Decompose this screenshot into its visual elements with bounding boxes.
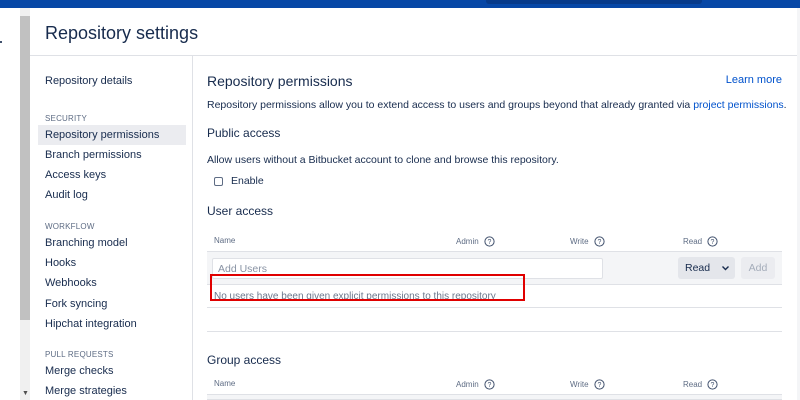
outer-left-gutter xyxy=(0,8,20,400)
sidebar-item-repository-details[interactable]: Repository details xyxy=(38,71,186,91)
sidebar-item-webhooks[interactable]: Webhooks xyxy=(38,273,186,293)
enable-checkbox[interactable] xyxy=(214,176,223,186)
chevron-down-icon xyxy=(722,266,729,271)
sidebar-item-branching-model[interactable]: Branching model xyxy=(38,233,186,253)
public-access-description: Allow users without a Bitbucket account … xyxy=(207,154,559,166)
user-access-heading: User access xyxy=(207,204,274,218)
learn-more-link[interactable]: Learn more xyxy=(726,74,782,86)
svg-text:?: ? xyxy=(711,239,715,246)
annotation-highlight-box xyxy=(210,274,525,301)
help-icon[interactable]: ? xyxy=(707,236,718,247)
help-icon[interactable]: ? xyxy=(593,236,605,247)
scrollbar-thumb[interactable] xyxy=(20,16,30,320)
sidebar-section-pull-requests: PULL REQUESTS xyxy=(45,350,114,359)
sidebar-item-access-keys[interactable]: Access keys xyxy=(38,165,186,185)
svg-text:?: ? xyxy=(487,239,491,246)
permission-select-value: Read xyxy=(685,262,711,274)
svg-text:?: ? xyxy=(487,382,491,389)
global-search-field[interactable] xyxy=(486,0,702,4)
help-icon[interactable]: ? xyxy=(484,236,495,247)
column-write: Write ? xyxy=(570,236,605,247)
svg-text:?: ? xyxy=(597,239,601,246)
section-title: Repository permissions xyxy=(207,73,353,89)
add-user-button[interactable]: Add xyxy=(741,257,775,279)
column-name: Name xyxy=(214,379,236,388)
settings-panel: Repository settings Repository details S… xyxy=(30,8,800,400)
column-read: Read ? xyxy=(683,379,718,390)
page-title: Repository settings xyxy=(45,23,199,43)
sidebar-item-branch-permissions[interactable]: Branch permissions xyxy=(38,145,186,165)
settings-sidebar: Repository details SECURITY Repository p… xyxy=(30,56,193,400)
permissions-description: Repository permissions allow you to exte… xyxy=(207,99,787,111)
group-access-table-header: Name Admin ? Write ? Read ? xyxy=(207,373,782,395)
help-icon[interactable]: ? xyxy=(484,379,495,390)
sidebar-section-workflow: WORKFLOW xyxy=(45,222,95,231)
public-access-heading: Public access xyxy=(207,126,281,140)
permissions-content: Repository permissions Learn more Reposi… xyxy=(194,56,800,400)
svg-text:?: ? xyxy=(711,382,715,389)
permission-select[interactable]: Read xyxy=(678,257,735,279)
top-navigation-bar xyxy=(0,0,800,8)
bullet-mark xyxy=(0,41,2,43)
sidebar-item-hipchat-integration[interactable]: Hipchat integration xyxy=(38,314,186,334)
sidebar-item-merge-strategies[interactable]: Merge strategies xyxy=(38,381,186,400)
svg-text:?: ? xyxy=(597,382,601,389)
column-read: Read ? xyxy=(683,236,718,247)
project-permissions-link[interactable]: project permissions xyxy=(693,99,783,111)
column-name: Name xyxy=(214,236,236,245)
help-icon[interactable]: ? xyxy=(593,379,605,390)
section-divider xyxy=(207,331,782,332)
help-icon[interactable]: ? xyxy=(707,379,718,390)
enable-public-access[interactable]: Enable xyxy=(214,174,264,188)
column-write: Write ? xyxy=(570,379,605,390)
sidebar-section-security: SECURITY xyxy=(45,114,88,123)
column-admin: Admin ? xyxy=(456,379,495,390)
description-text: Repository permissions allow you to exte… xyxy=(207,99,691,111)
add-group-row xyxy=(207,395,782,400)
page-header: Repository settings xyxy=(30,8,800,56)
description-period: . xyxy=(783,99,787,111)
scroll-down-arrow-icon[interactable]: ▼ xyxy=(22,390,29,398)
group-access-heading: Group access xyxy=(207,353,282,367)
sidebar-item-repository-permissions[interactable]: Repository permissions xyxy=(38,125,186,145)
enable-checkbox-label[interactable]: Enable xyxy=(231,175,264,187)
page-scrollbar[interactable]: ▼ xyxy=(20,8,30,400)
sidebar-item-hooks[interactable]: Hooks xyxy=(38,253,186,273)
sidebar-item-fork-syncing[interactable]: Fork syncing xyxy=(38,294,186,314)
column-admin: Admin ? xyxy=(456,236,495,247)
user-access-table-header: Name Admin ? Write ? Read ? xyxy=(207,230,782,252)
sidebar-item-audit-log[interactable]: Audit log xyxy=(38,185,186,205)
sidebar-item-merge-checks[interactable]: Merge checks xyxy=(38,361,186,381)
